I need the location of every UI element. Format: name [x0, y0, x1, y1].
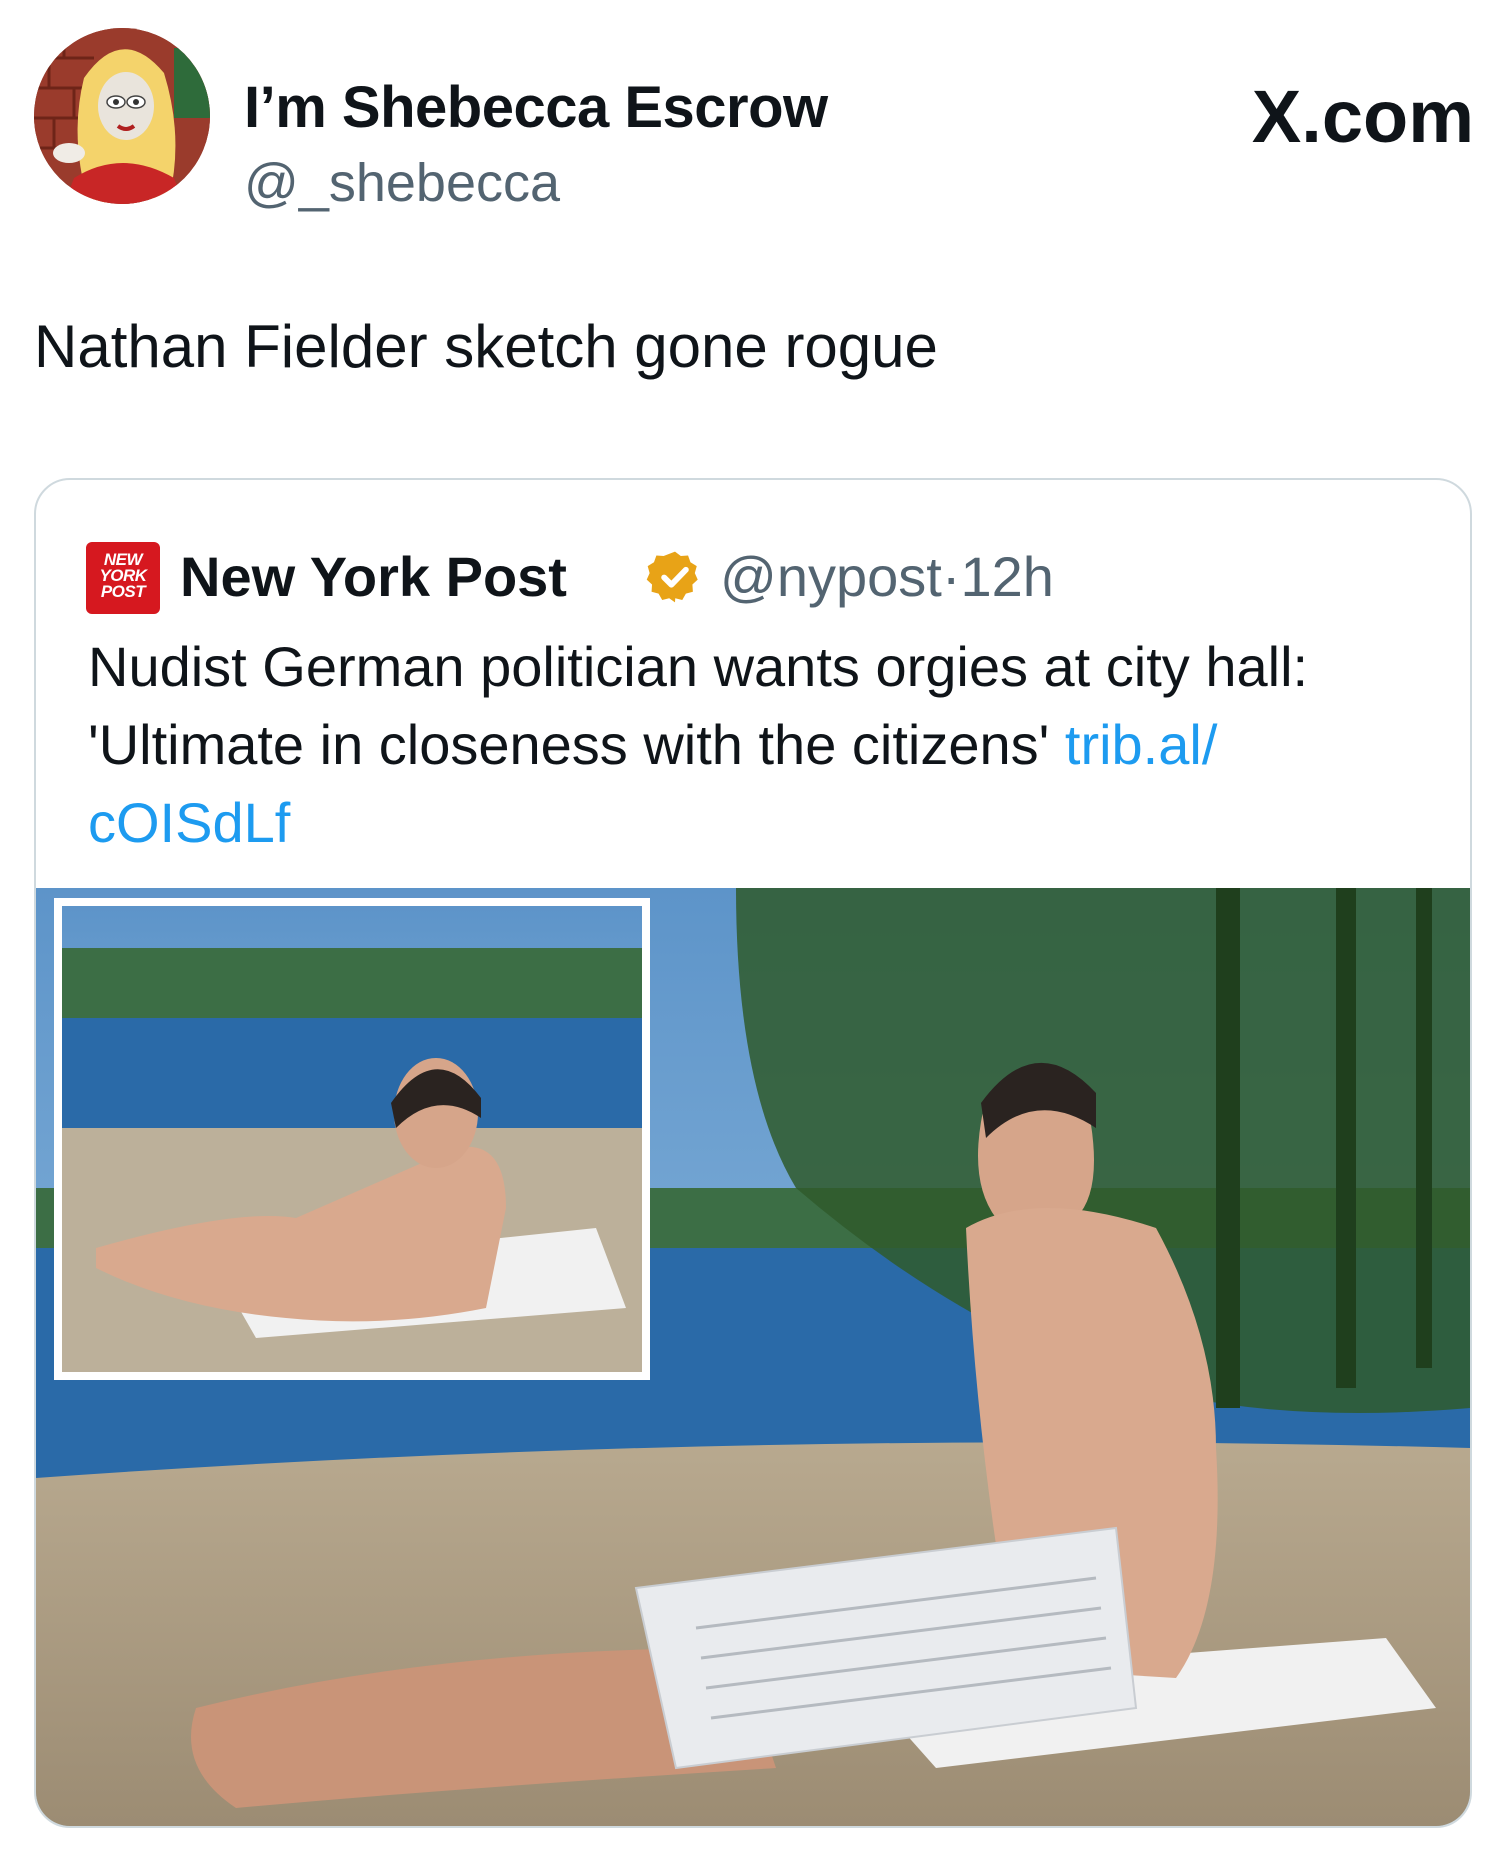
- quoted-display-name[interactable]: New York Post: [180, 544, 567, 609]
- quoted-tweet-card[interactable]: NEW YORK POST New York Post @nypost·12h Nu…: [34, 478, 1472, 1828]
- quoted-link-part2[interactable]: cOISdLf: [88, 791, 290, 854]
- nypost-logo-icon[interactable]: NEW YORK POST: [86, 542, 160, 614]
- separator-dot: ·: [941, 545, 961, 608]
- quoted-tweet-photo[interactable]: [36, 888, 1470, 1826]
- quoted-tweet-header: NEW YORK POST New York Post @nypost·12h: [86, 538, 1386, 618]
- tweet-text: Nathan Fielder sketch gone rogue: [34, 313, 938, 380]
- quoted-handle[interactable]: @nypost: [720, 545, 942, 608]
- verified-badge-icon: [646, 551, 698, 603]
- quoted-handle-time[interactable]: @nypost·12h: [720, 544, 1054, 609]
- quoted-link-part1[interactable]: trib.al/: [1065, 713, 1218, 776]
- x-brand-label: X.com: [1251, 75, 1474, 158]
- tweet-header: I’m Shebecca Escrow @_shebecca X.com: [34, 28, 1474, 213]
- photo-illustration: [36, 888, 1470, 1826]
- quoted-time[interactable]: 12h: [961, 545, 1054, 608]
- user-avatar[interactable]: [34, 28, 210, 204]
- display-name[interactable]: I’m Shebecca Escrow: [244, 74, 828, 141]
- user-handle[interactable]: @_shebecca: [244, 152, 560, 214]
- quoted-tweet-text: Nudist German politician wants orgies at…: [88, 628, 1418, 862]
